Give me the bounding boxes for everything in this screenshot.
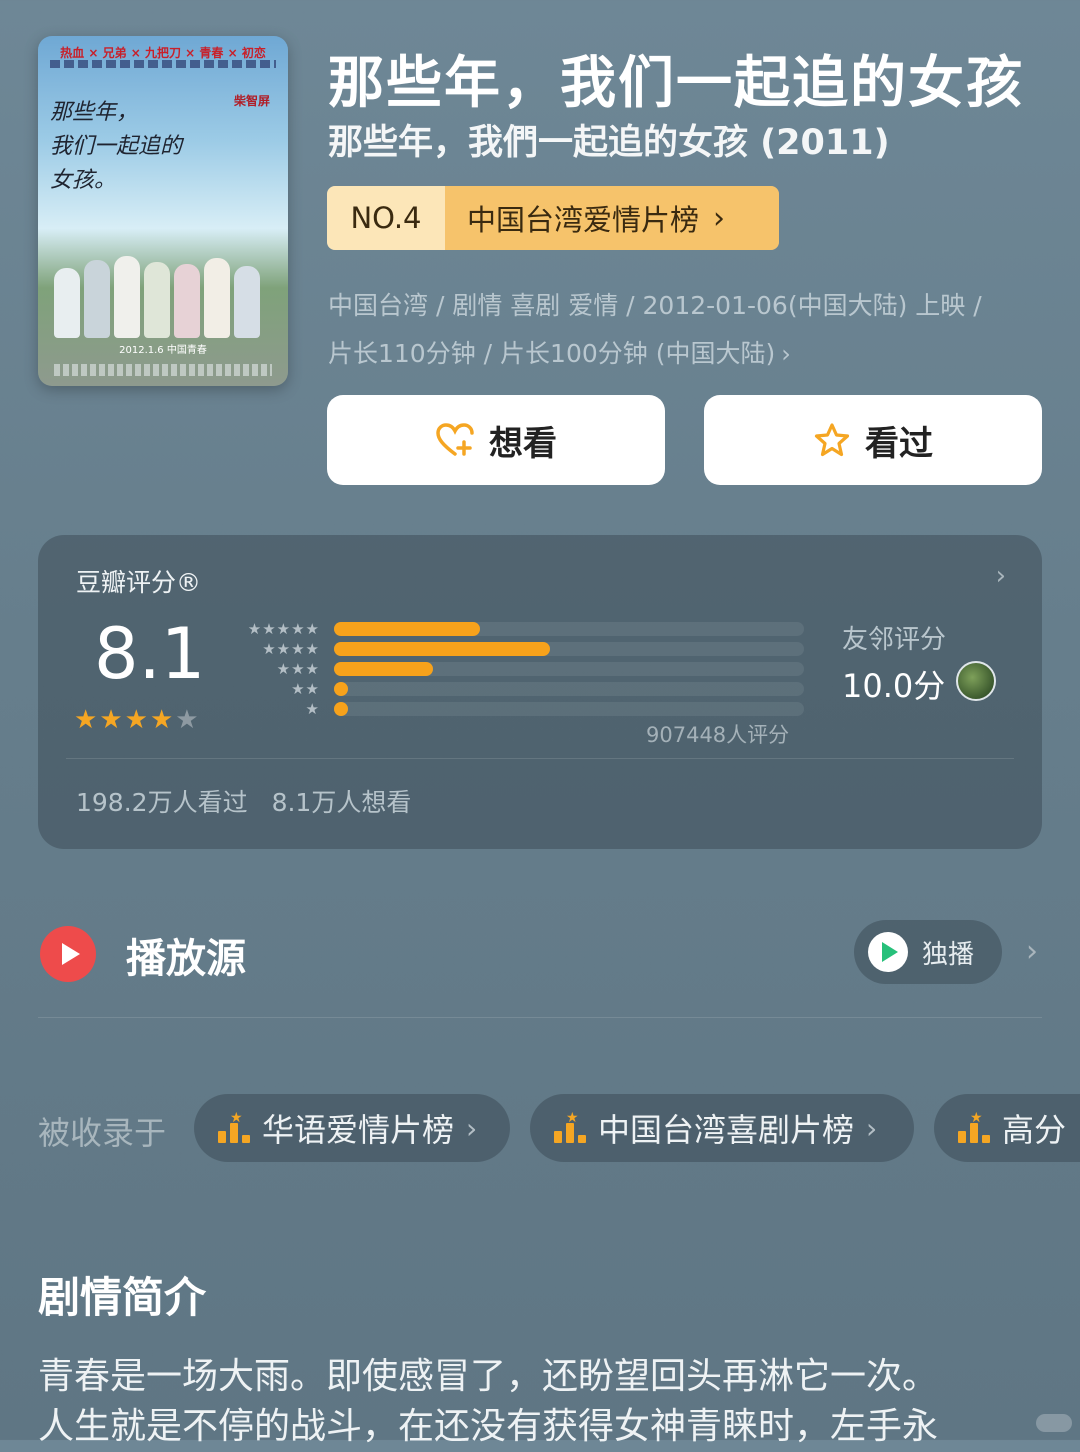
chevron-right-icon: › xyxy=(866,1111,878,1145)
play-source-title: 播放源 xyxy=(126,936,246,982)
watched-label: 看过 xyxy=(865,423,933,464)
rating-stars: ★★★★★ xyxy=(74,705,201,735)
watermark xyxy=(1036,1414,1072,1432)
star-filled-icon: ★ xyxy=(124,705,150,735)
heart-plus-icon xyxy=(436,423,474,456)
star-filled-icon: ★ xyxy=(149,705,176,735)
play-icon xyxy=(40,926,96,982)
poster-credits-bottom xyxy=(54,364,272,376)
movie-poster[interactable]: 热血 × 兄弟 × 九把刀 × 青春 × 初恋 那些年， 我们一起追的 女孩。 … xyxy=(38,36,288,386)
movie-original-title: 那些年，我們一起追的女孩 (2011) xyxy=(328,123,890,163)
star-level-label: ★★ xyxy=(291,680,320,698)
poster-release-note: 2012.1.6 中国青春 xyxy=(119,345,207,356)
rating-bar-track xyxy=(334,662,804,676)
want-to-watch-label: 想看 xyxy=(489,423,557,464)
rating-bar-fill xyxy=(334,622,480,636)
friend-rating-score: 10.0分 xyxy=(842,667,946,705)
star-filled-icon: ★ xyxy=(99,705,125,735)
rating-card[interactable]: 豆瓣评分® › 8.1 ★★★★★ ★★★★★ ★★★★ ★★★ ★★ ★ 907448… xyxy=(38,535,1042,849)
rating-distribution-row: ★★ xyxy=(232,679,812,699)
rating-bar-track xyxy=(334,642,804,656)
rank-badge[interactable]: NO.4 中国台湾爱情片榜 › xyxy=(327,186,779,250)
rating-distribution-row: ★ xyxy=(232,699,812,719)
exclusive-badge: 独播 xyxy=(922,939,975,970)
meta-line-2: 片长110分钟 / 片长100分钟 (中国大陆) › xyxy=(328,339,791,368)
synopsis-text[interactable]: 青春是一场大雨。即使感冒了，还盼望回头再淋它一次。 人生就是不停的战斗，在还没有… xyxy=(38,1352,1038,1452)
rating-label: 豆瓣评分® xyxy=(76,568,202,597)
rating-bar-fill xyxy=(334,682,349,696)
movie-meta[interactable]: 中国台湾 / 剧情 喜剧 爱情 / 2012-01-06(中国大陆) 上映 / … xyxy=(328,282,1058,378)
star-empty-icon: ★ xyxy=(175,705,201,735)
star-outline-icon xyxy=(814,423,850,457)
ranking-icon: ★ xyxy=(554,1111,588,1145)
rating-distribution-row: ★★★★ xyxy=(232,639,812,659)
star-filled-icon: ★ xyxy=(74,705,100,735)
ranking-icon: ★ xyxy=(218,1111,252,1145)
want-to-watch-button[interactable]: 想看 xyxy=(327,395,665,485)
rating-bar-fill xyxy=(334,702,349,716)
ranking-icon: ★ xyxy=(958,1111,992,1145)
watched-count: 198.2万人看过 xyxy=(76,788,248,817)
star-level-label: ★★★ xyxy=(276,660,320,678)
rating-score: 8.1 xyxy=(94,613,206,695)
star-level-label: ★★★★ xyxy=(262,640,320,658)
collection-chip[interactable]: ★ 高分 xyxy=(934,1094,1080,1162)
chevron-right-icon: › xyxy=(781,340,791,368)
rating-distribution-row: ★★★ xyxy=(232,659,812,679)
watched-button[interactable]: 看过 xyxy=(704,395,1042,485)
friend-rating-label: 友邻评分 xyxy=(842,625,947,655)
collections-label: 被收录于 xyxy=(38,1114,167,1152)
chevron-right-icon[interactable]: › xyxy=(1026,934,1038,969)
poster-tagline: 热血 × 兄弟 × 九把刀 × 青春 × 初恋 xyxy=(60,46,266,60)
chevron-right-icon: › xyxy=(713,200,726,236)
tencent-video-icon xyxy=(868,932,908,972)
divider xyxy=(38,1017,1042,1018)
rating-bar-track xyxy=(334,622,804,636)
rating-distribution: ★★★★★ ★★★★ ★★★ ★★ ★ xyxy=(232,619,812,719)
rank-list-name: 中国台湾爱情片榜 › xyxy=(445,186,779,250)
poster-director: 柴智屏 xyxy=(233,94,270,108)
play-source-button[interactable]: 独播 xyxy=(854,920,1002,984)
avatar[interactable] xyxy=(956,661,996,701)
chevron-right-icon: › xyxy=(466,1111,478,1145)
star-level-label: ★ xyxy=(305,700,320,718)
chevron-right-icon: › xyxy=(995,561,1006,591)
divider xyxy=(66,758,1014,759)
poster-credits-top xyxy=(50,60,276,68)
poster-people xyxy=(48,248,278,338)
collection-chip[interactable]: ★ 华语爱情片榜 › xyxy=(194,1094,510,1162)
movie-title: 那些年，我们一起追的女孩 xyxy=(328,51,1024,116)
collection-chip[interactable]: ★ 中国台湾喜剧片榜 › xyxy=(530,1094,914,1162)
star-level-label: ★★★★★ xyxy=(247,620,320,638)
poster-handwriting: 那些年， 我们一起追的 女孩。 xyxy=(50,100,183,193)
rating-bar-track xyxy=(334,682,804,696)
synopsis-title: 剧情简介 xyxy=(38,1273,207,1322)
wish-count: 8.1万人想看 xyxy=(271,788,412,817)
rating-bar-fill xyxy=(334,642,551,656)
rating-distribution-row: ★★★★★ xyxy=(232,619,812,639)
watch-stats: 198.2万人看过 8.1万人想看 xyxy=(76,783,435,819)
meta-line-1: 中国台湾 / 剧情 喜剧 爱情 / 2012-01-06(中国大陆) 上映 / xyxy=(328,291,982,320)
rating-bar-track xyxy=(334,702,804,716)
rank-number: NO.4 xyxy=(327,186,445,250)
rating-bar-fill xyxy=(334,662,433,676)
rating-count: 907448人评分 xyxy=(646,723,790,747)
